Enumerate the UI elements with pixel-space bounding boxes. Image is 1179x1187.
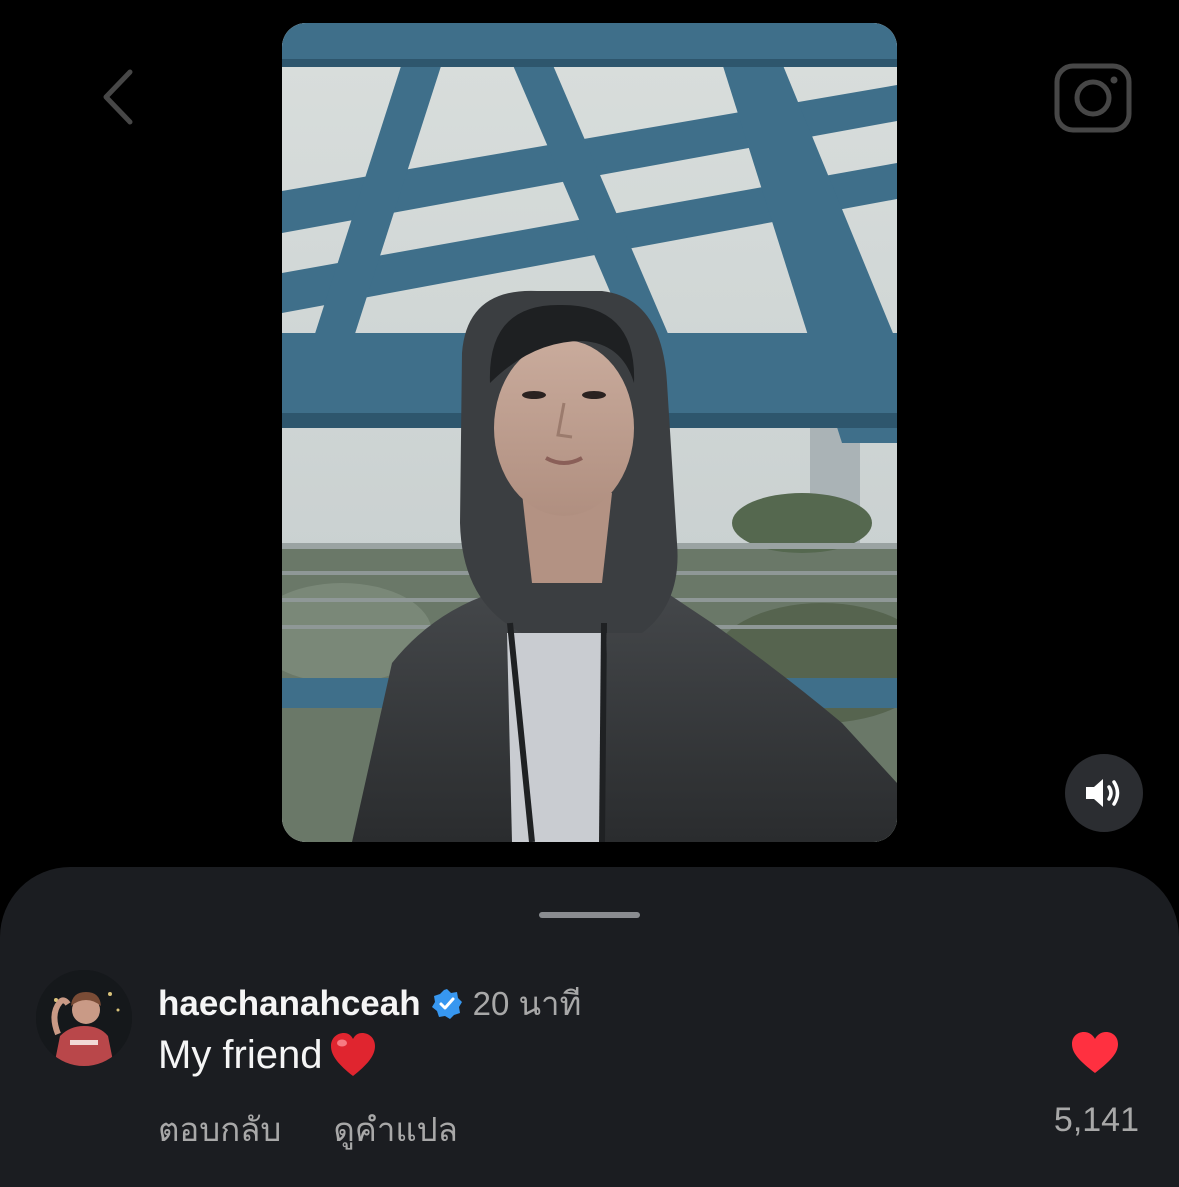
comment-actions: ตอบกลับ ดูคำแปล bbox=[158, 1103, 458, 1156]
chevron-left-icon bbox=[103, 69, 133, 125]
red-heart-emoji bbox=[330, 1033, 375, 1076]
comments-sheet: haechanahceah 20 นาที My friend ตอบกลับ … bbox=[0, 867, 1179, 1187]
camera-icon bbox=[1054, 63, 1132, 133]
speaker-on-icon bbox=[1086, 779, 1120, 807]
camera-button[interactable] bbox=[1052, 58, 1134, 136]
verified-badge-icon bbox=[431, 988, 462, 1019]
see-translation-button[interactable]: ดูคำแปล bbox=[333, 1103, 457, 1156]
avatar[interactable] bbox=[36, 970, 132, 1066]
back-button[interactable] bbox=[86, 62, 156, 132]
comment-body: My friend bbox=[158, 1032, 377, 1078]
reply-button[interactable]: ตอบกลับ bbox=[158, 1103, 281, 1156]
reel-photo bbox=[282, 23, 897, 842]
username[interactable]: haechanahceah bbox=[158, 984, 421, 1024]
avatar-photo bbox=[36, 970, 132, 1066]
reel-video[interactable] bbox=[282, 23, 897, 842]
comment-header: haechanahceah 20 นาที bbox=[158, 977, 581, 1030]
comment-text: My friend bbox=[158, 1032, 323, 1077]
comment-timestamp: 20 นาที bbox=[472, 985, 582, 1022]
heart-icon[interactable] bbox=[1070, 1031, 1120, 1075]
mute-button[interactable] bbox=[1065, 754, 1143, 832]
like-count: 5,141 bbox=[1053, 1101, 1139, 1139]
sheet-grabber[interactable] bbox=[539, 912, 640, 918]
